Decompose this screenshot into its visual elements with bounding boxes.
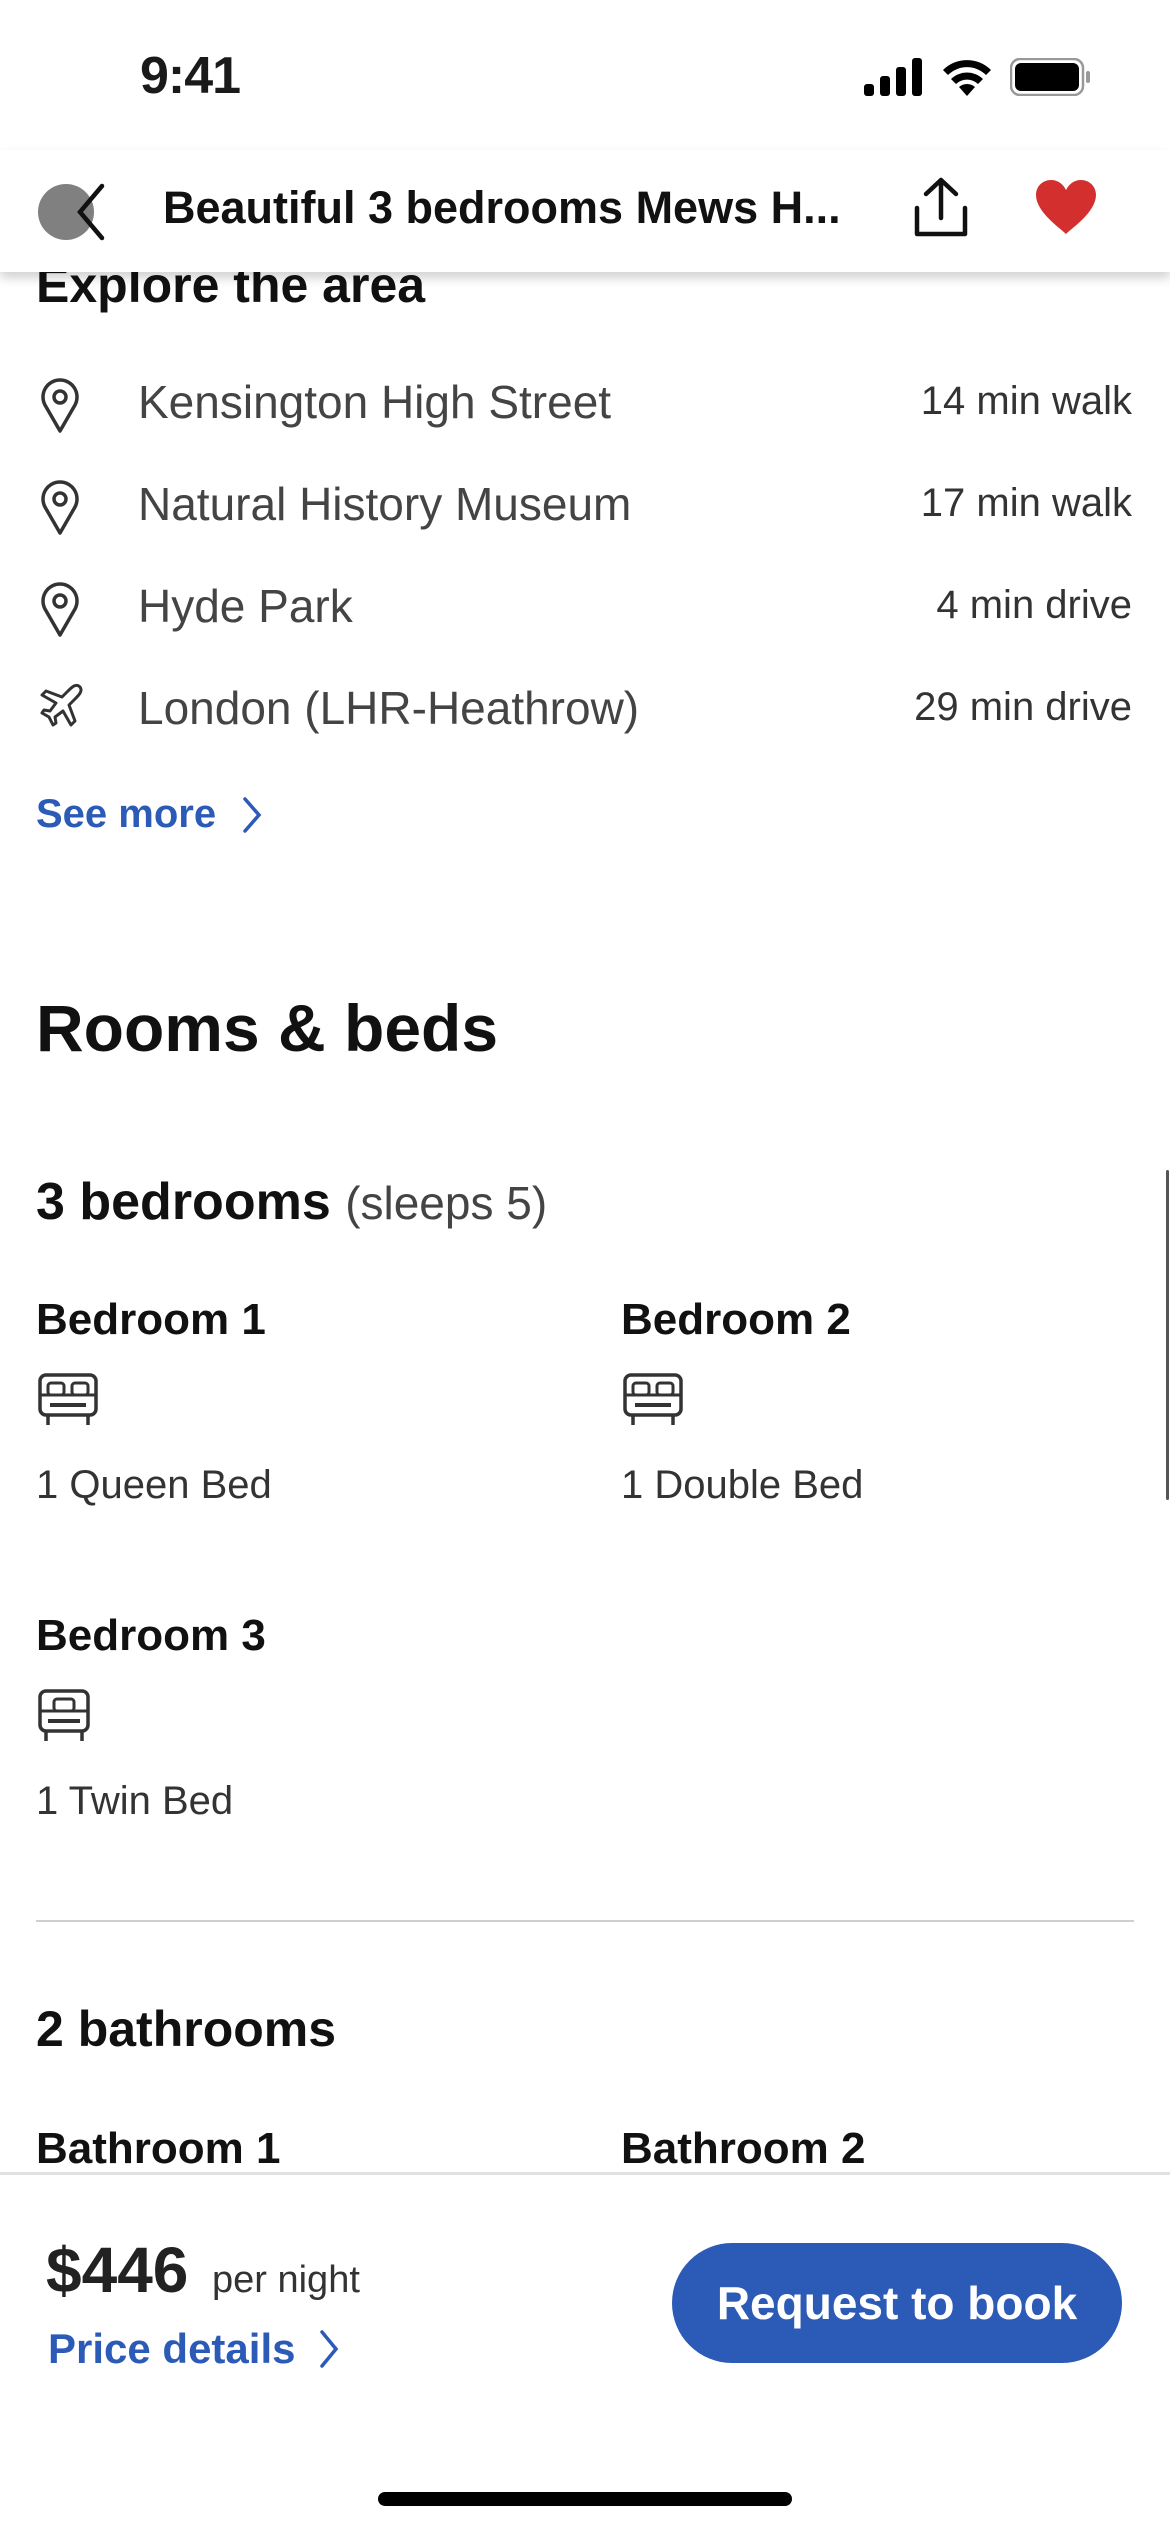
bed-type: 1 Double Bed <box>621 1463 864 1507</box>
bedroom-name: Bedroom 1 <box>36 1295 266 1344</box>
price-unit: per night <box>212 2259 360 2301</box>
bedroom-card: Bedroom 1 1 Queen Bed <box>36 1295 536 1508</box>
map-pin-icon <box>41 480 79 535</box>
double-bed-icon <box>38 1373 98 1425</box>
share-icon <box>914 177 968 237</box>
share-button[interactable] <box>912 176 970 243</box>
sleeps-count: (sleeps 5) <box>345 1177 548 1229</box>
bed-type: 1 Twin Bed <box>36 1779 234 1823</box>
status-icons <box>864 58 1092 96</box>
bedrooms-heading: 3 bedrooms (sleeps 5) <box>36 1172 547 1232</box>
place-item: Hyde Park 4 min drive <box>0 569 1170 649</box>
map-pin-icon <box>41 378 79 433</box>
chevron-left-icon <box>77 183 105 241</box>
booking-bar: $446 per night Price details Request to … <box>0 2172 1170 2535</box>
bathroom-name: Bathroom 2 <box>621 2124 866 2173</box>
place-distance: 29 min drive <box>914 685 1132 729</box>
back-button[interactable] <box>38 180 108 241</box>
bathroom-name: Bathroom 1 <box>36 2124 281 2173</box>
price-details-link[interactable]: Price details <box>48 2325 339 2373</box>
airplane-icon <box>40 683 83 727</box>
favorite-button[interactable] <box>1034 178 1098 241</box>
price-details-label: Price details <box>48 2325 296 2372</box>
rooms-title: Rooms & beds <box>36 991 499 1065</box>
bedroom-card: Bedroom 2 1 Double Bed <box>621 1295 1121 1508</box>
bedroom-name: Bedroom 2 <box>621 1295 851 1344</box>
place-name: London (LHR-Heathrow) <box>138 682 640 734</box>
place-name: Natural History Museum <box>138 478 632 530</box>
bedroom-card: Bedroom 3 1 Twin Bed <box>36 1611 536 1824</box>
double-bed-icon <box>623 1373 683 1425</box>
bedroom-name: Bedroom 3 <box>36 1611 266 1660</box>
request-to-book-button[interactable]: Request to book <box>672 2243 1122 2363</box>
listing-title: Beautiful 3 bedrooms Mews H... <box>163 182 841 233</box>
place-distance: 14 min walk <box>920 379 1132 423</box>
nightly-price: $446 <box>46 2234 189 2306</box>
place-name: Kensington High Street <box>138 376 612 428</box>
see-more-link[interactable]: See more <box>36 792 262 837</box>
see-more-label: See more <box>36 792 217 836</box>
single-bed-icon <box>38 1689 90 1741</box>
bed-type: 1 Queen Bed <box>36 1463 272 1507</box>
listing-header: Beautiful 3 bedrooms Mews H... <box>0 150 1170 272</box>
heart-icon <box>1036 180 1096 234</box>
map-pin-icon <box>41 582 79 637</box>
status-time: 9:41 <box>140 47 241 105</box>
place-item: London (LHR-Heathrow) 29 min drive <box>0 671 1170 751</box>
scrollbar[interactable] <box>1166 1170 1169 1500</box>
chevron-right-icon <box>243 796 262 833</box>
bedrooms-count: 3 bedrooms <box>36 1173 331 1231</box>
section-divider <box>36 1920 1134 1922</box>
signal-icon <box>864 58 922 96</box>
place-distance: 4 min drive <box>936 583 1132 627</box>
place-name: Hyde Park <box>138 580 353 632</box>
chevron-right-icon <box>320 2330 339 2368</box>
bathrooms-heading: 2 bathrooms <box>36 2001 337 2057</box>
wifi-icon <box>943 60 991 96</box>
battery-icon <box>1010 58 1090 96</box>
place-item: Natural History Museum 17 min walk <box>0 467 1170 547</box>
home-indicator[interactable] <box>378 2492 792 2506</box>
place-distance: 17 min walk <box>920 481 1132 525</box>
status-bar: 9:41 <box>0 0 1170 150</box>
place-item: Kensington High Street 14 min walk <box>0 365 1170 445</box>
